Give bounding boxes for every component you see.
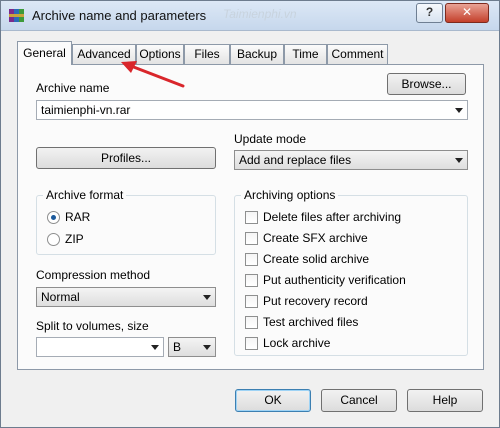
winrar-app-icon xyxy=(9,9,24,22)
checkbox-label: Create solid archive xyxy=(263,252,370,266)
compression-method-select[interactable]: Normal xyxy=(36,287,216,307)
dialog-window: Archive name and parameters Taimienphi.v… xyxy=(0,0,500,428)
update-mode-value: Add and replace files xyxy=(239,153,352,167)
checkbox-label: Create SFX archive xyxy=(263,231,368,245)
chevron-down-icon xyxy=(455,158,463,163)
title-help-button[interactable]: ? xyxy=(416,3,443,23)
radio-selected-icon xyxy=(47,211,60,224)
tab-general[interactable]: General xyxy=(17,41,72,65)
chevron-down-icon xyxy=(203,295,211,300)
checkbox-label: Lock archive xyxy=(263,336,331,350)
title-bar[interactable]: Archive name and parameters Taimienphi.v… xyxy=(1,1,499,31)
checkbox-icon xyxy=(245,274,258,287)
compression-method-value: Normal xyxy=(41,290,80,304)
radio-unselected-icon xyxy=(47,233,60,246)
cancel-button[interactable]: Cancel xyxy=(321,389,397,412)
browse-button[interactable]: Browse... xyxy=(387,73,466,95)
split-unit-value: B xyxy=(173,340,182,354)
ok-button[interactable]: OK xyxy=(235,389,311,412)
update-mode-label: Update mode xyxy=(234,132,307,146)
chevron-down-icon xyxy=(455,108,463,113)
checkbox-icon xyxy=(245,337,258,350)
split-volumes-label: Split to volumes, size xyxy=(36,319,149,333)
checkbox-icon xyxy=(245,253,258,266)
archive-name-label: Archive name xyxy=(36,81,110,95)
radio-zip-label: ZIP xyxy=(65,232,84,246)
watermark: Taimienphi.vn xyxy=(223,7,297,21)
archive-format-title: Archive format xyxy=(43,188,127,202)
tab-files[interactable]: Files xyxy=(184,44,230,64)
radio-rar-label: RAR xyxy=(65,210,91,224)
tab-comment[interactable]: Comment xyxy=(327,44,388,64)
checkbox-label: Put recovery record xyxy=(263,294,368,308)
archiving-options-group: Archiving options Delete files after arc… xyxy=(234,188,468,356)
window-title: Archive name and parameters xyxy=(32,8,207,23)
profiles-button[interactable]: Profiles... xyxy=(36,147,216,169)
chevron-down-icon xyxy=(151,345,159,350)
checkbox-icon xyxy=(245,232,258,245)
tab-time[interactable]: Time xyxy=(284,44,327,64)
archive-format-group: Archive format RAR ZIP xyxy=(36,188,216,255)
checkbox-label: Delete files after archiving xyxy=(263,210,402,224)
archive-name-value: taimienphi-vn.rar xyxy=(41,103,131,117)
checkbox-icon xyxy=(245,316,258,329)
checkbox-label: Put authenticity verification xyxy=(263,273,406,287)
checkbox-icon xyxy=(245,211,258,224)
archive-name-combo[interactable]: taimienphi-vn.rar xyxy=(36,100,468,120)
split-unit-select[interactable]: B xyxy=(168,337,216,357)
chevron-down-icon xyxy=(203,345,211,350)
checkbox-icon xyxy=(245,295,258,308)
title-close-button[interactable]: ✕ xyxy=(445,3,489,23)
split-size-combo[interactable] xyxy=(36,337,164,357)
checkbox-label: Test archived files xyxy=(263,315,359,329)
compression-method-label: Compression method xyxy=(36,268,151,282)
red-arrow-icon xyxy=(121,61,185,88)
tab-backup[interactable]: Backup xyxy=(230,44,284,64)
help-button[interactable]: Help xyxy=(407,389,483,412)
archiving-options-title: Archiving options xyxy=(241,188,339,202)
update-mode-select[interactable]: Add and replace files xyxy=(234,150,468,170)
general-tab-panel: Archive name Browse... taimienphi-vn.rar… xyxy=(17,64,484,370)
